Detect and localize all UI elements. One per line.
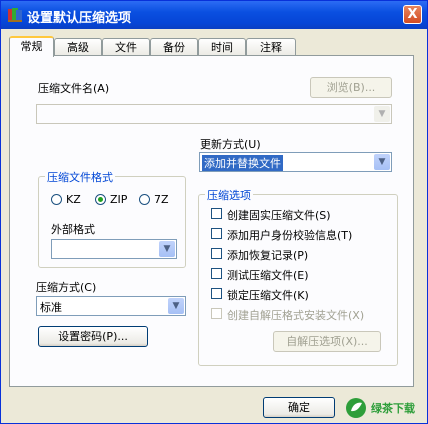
- checkbox-lock-archive-label: 锁定压缩文件(K): [227, 289, 309, 302]
- chevron-down-icon[interactable]: ▼: [159, 241, 175, 257]
- set-password-button[interactable]: 设置密码(P)...: [38, 326, 148, 347]
- tab-backup[interactable]: 备份: [150, 38, 198, 55]
- external-format-select[interactable]: ▼: [51, 239, 177, 259]
- checkbox-recovery-record[interactable]: 添加恢复记录(P): [211, 247, 391, 262]
- title-bar[interactable]: 设置默认压缩选项 X: [1, 1, 427, 29]
- checkbox-auth-info[interactable]: 添加用户身份校验信息(T): [211, 227, 391, 242]
- checkbox-icon: [211, 228, 222, 239]
- tab-files[interactable]: 文件: [102, 38, 150, 55]
- compression-method-label: 压缩方式(C): [36, 281, 97, 294]
- dialog-window: 设置默认压缩选项 X 常规 高级 文件 备份 时间 注释 压缩文件名(A) 浏览…: [0, 0, 428, 424]
- window-title: 设置默认压缩选项: [27, 11, 132, 26]
- chevron-down-icon[interactable]: ▼: [374, 154, 390, 170]
- tab-advanced[interactable]: 高级: [54, 38, 102, 55]
- archive-name-label: 压缩文件名(A): [38, 82, 110, 95]
- checkbox-icon: [211, 288, 222, 299]
- checkbox-solid-archive[interactable]: 创建固实压缩文件(S): [211, 207, 391, 222]
- compression-method-select[interactable]: 标准 ▼: [36, 296, 186, 316]
- leaf-logo-icon: [346, 398, 366, 418]
- compression-options-title: 压缩选项: [205, 187, 253, 203]
- checkbox-auth-info-label: 添加用户身份校验信息(T): [227, 229, 353, 242]
- format-radio-zip[interactable]: ZIP: [95, 193, 135, 207]
- format-radio-zip-label: ZIP: [110, 193, 128, 206]
- checkbox-test-archive-label: 测试压缩文件(E): [227, 269, 309, 282]
- checkbox-icon: [211, 308, 222, 319]
- checkbox-test-archive[interactable]: 测试压缩文件(E): [211, 267, 391, 282]
- checkbox-icon: [211, 268, 222, 279]
- external-format-label: 外部格式: [51, 223, 95, 236]
- checkbox-icon: [211, 208, 222, 219]
- checkbox-solid-archive-label: 创建固实压缩文件(S): [227, 209, 331, 222]
- archive-name-combo[interactable]: ▼: [36, 104, 392, 124]
- checkbox-recovery-record-label: 添加恢复记录(P): [227, 249, 309, 262]
- tab-time[interactable]: 时间: [198, 38, 246, 55]
- format-radio-kz[interactable]: KZ: [51, 193, 91, 207]
- radio-icon: [139, 194, 150, 205]
- format-radio-7z-label: 7Z: [154, 193, 169, 206]
- sfx-options-button[interactable]: 自解压选项(X)...: [273, 331, 381, 352]
- winzip-app-icon: [8, 8, 22, 22]
- ok-button[interactable]: 确定: [263, 397, 335, 418]
- compression-method-value: 标准: [40, 301, 62, 314]
- format-radio-7z[interactable]: 7Z: [139, 193, 179, 207]
- update-mode-value: 添加并替换文件: [202, 155, 283, 171]
- checkbox-create-sfx[interactable]: 创建自解压格式安装文件(X): [211, 307, 395, 322]
- close-button[interactable]: X: [403, 5, 422, 24]
- watermark-logo: 绿茶下载: [345, 395, 425, 421]
- watermark-text: 绿茶下载: [371, 402, 415, 415]
- format-radio-kz-label: KZ: [66, 193, 81, 206]
- format-group: 压缩文件格式 KZ ZIP 7Z 外部格式 ▼: [38, 169, 186, 268]
- radio-icon: [51, 194, 62, 205]
- tab-general[interactable]: 常规: [9, 36, 54, 57]
- chevron-down-icon[interactable]: ▼: [374, 106, 390, 122]
- update-mode-select[interactable]: 添加并替换文件 ▼: [199, 152, 392, 172]
- checkbox-icon: [211, 248, 222, 259]
- checkbox-lock-archive[interactable]: 锁定压缩文件(K): [211, 287, 391, 302]
- checkbox-create-sfx-label: 创建自解压格式安装文件(X): [227, 309, 365, 322]
- format-group-title: 压缩文件格式: [45, 169, 115, 185]
- update-mode-label: 更新方式(U): [200, 138, 261, 151]
- tab-comment[interactable]: 注释: [246, 38, 296, 55]
- compression-options-group: 压缩选项 创建固实压缩文件(S) 添加用户身份校验信息(T) 添加恢复记录(P)…: [198, 187, 398, 366]
- browse-button[interactable]: 浏览(B)...: [310, 77, 392, 98]
- radio-selected-icon: [95, 194, 106, 205]
- general-tab-panel: 压缩文件名(A) 浏览(B)... ▼ 更新方式(U) 添加并替换文件 ▼ 压缩…: [9, 55, 414, 387]
- chevron-down-icon[interactable]: ▼: [168, 298, 184, 314]
